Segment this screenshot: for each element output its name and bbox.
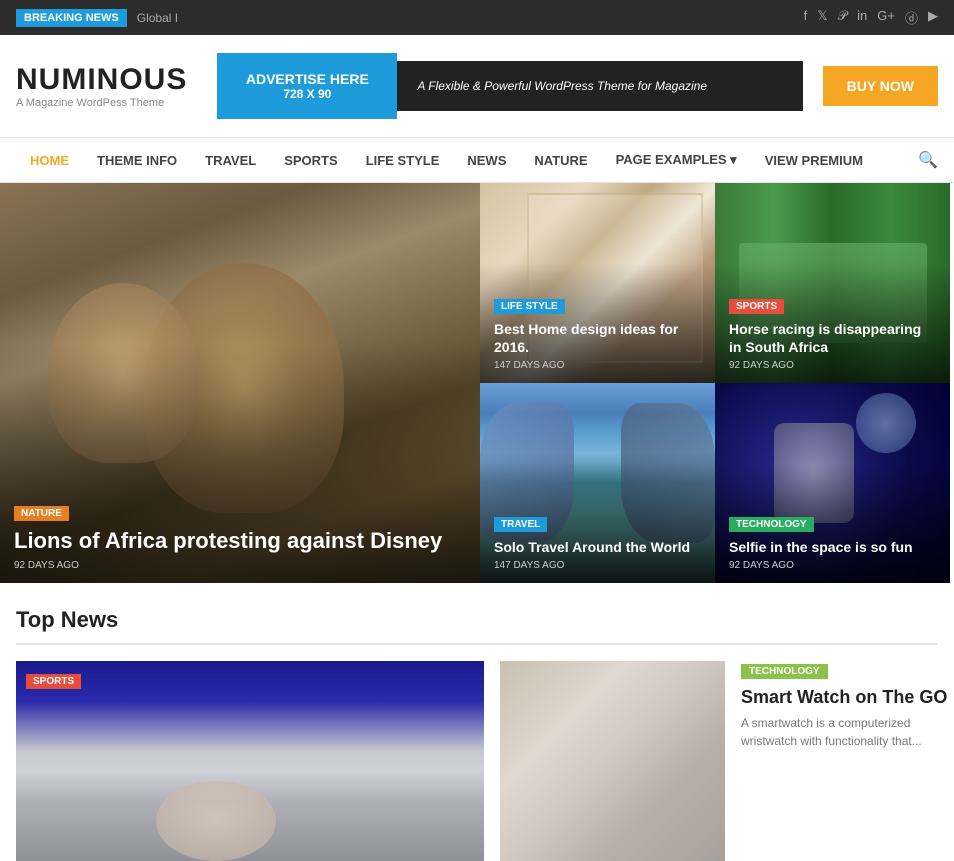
- technology-badge: TECHNOLOGY: [741, 664, 828, 679]
- breaking-text: Global I: [137, 11, 178, 25]
- top-middle-date: 147 DAYS AGO: [494, 360, 701, 371]
- breaking-news-bar: BREAKING NEWS Global I f 𝕏 𝒫 in G+ ⓓ ▶: [0, 0, 954, 35]
- nav-travel[interactable]: TRAVEL: [191, 139, 270, 182]
- top-right-title: Horse racing is disappearing in South Af…: [729, 320, 936, 356]
- pinterest-icon[interactable]: 𝒫: [838, 8, 847, 27]
- nav-lifestyle[interactable]: LIFE STYLE: [352, 139, 454, 182]
- nav-sports[interactable]: SPORTS: [270, 139, 351, 182]
- bottom-right-title: Selfie in the space is so fun: [729, 538, 936, 556]
- top-news-card-2[interactable]: [500, 661, 725, 861]
- social-icons-bar: f 𝕏 𝒫 in G+ ⓓ ▶: [804, 8, 938, 27]
- nav-home[interactable]: HOME: [16, 139, 83, 182]
- nav-page-examples[interactable]: PAGE EXAMPLES ▾: [602, 138, 751, 182]
- bottom-right-content: TECHNOLOGY Selfie in the space is so fun…: [715, 502, 950, 583]
- smartwatch-title: Smart Watch on The GO: [741, 687, 954, 708]
- featured-main-article[interactable]: NATURE Lions of Africa protesting agains…: [0, 183, 480, 583]
- ad-label: ADVERTISE HERE 728 X 90: [217, 53, 397, 119]
- main-article-content: NATURE Lions of Africa protesting agains…: [0, 491, 480, 583]
- ad-banner: ADVERTISE HERE 728 X 90 A Flexible & Pow…: [217, 53, 938, 119]
- top-middle-content: LIFE STYLE Best Home design ideas for 20…: [480, 284, 715, 383]
- featured-top-right[interactable]: SPORTS Horse racing is disappearing in S…: [715, 183, 950, 383]
- main-nav: HOME THEME INFO TRAVEL SPORTS LIFE STYLE…: [0, 137, 954, 183]
- site-logo[interactable]: NUMINOUS: [16, 63, 187, 97]
- logo-area: NUMINOUS A Magazine WordPess Theme: [16, 63, 187, 109]
- nav-view-premium[interactable]: VIEW PREMIUM: [751, 139, 877, 182]
- featured-bottom-middle[interactable]: TRAVEL Solo Travel Around the World 147 …: [480, 383, 715, 583]
- instagram-icon[interactable]: ⓓ: [905, 8, 918, 27]
- category-badge: LIFE STYLE: [494, 299, 565, 314]
- featured-top-middle[interactable]: LIFE STYLE Best Home design ideas for 20…: [480, 183, 715, 383]
- top-middle-title: Best Home design ideas for 2016.: [494, 320, 701, 356]
- nav-theme-info[interactable]: THEME INFO: [83, 139, 191, 182]
- bottom-middle-content: TRAVEL Solo Travel Around the World 147 …: [480, 502, 715, 583]
- bottom-middle-date: 147 DAYS AGO: [494, 560, 701, 571]
- search-icon[interactable]: 🔍: [918, 150, 938, 170]
- ad-description: A Flexible & Powerful WordPress Theme fo…: [397, 61, 802, 111]
- top-news-section: Top News SPORTS TECHNOLOGY Smart Watch o…: [0, 583, 954, 861]
- category-badge: NATURE: [14, 506, 69, 521]
- nav-news[interactable]: NEWS: [453, 139, 520, 182]
- buy-now-button[interactable]: BUY NOW: [823, 66, 938, 106]
- top-right-date: 92 DAYS AGO: [729, 360, 936, 371]
- top-news-title: Top News: [16, 607, 938, 645]
- top-card-image-1: SPORTS: [16, 661, 484, 861]
- main-article-date: 92 DAYS AGO: [14, 560, 466, 571]
- site-tagline: A Magazine WordPess Theme: [16, 97, 187, 109]
- site-header: NUMINOUS A Magazine WordPess Theme ADVER…: [0, 35, 954, 137]
- youtube-icon[interactable]: ▶: [928, 8, 938, 27]
- facebook-icon[interactable]: f: [804, 8, 808, 27]
- sports-badge: SPORTS: [26, 674, 81, 689]
- category-badge: TECHNOLOGY: [729, 517, 814, 532]
- top-news-grid: SPORTS TECHNOLOGY Smart Watch on The GO …: [16, 661, 938, 861]
- top-news-card-1[interactable]: SPORTS: [16, 661, 484, 861]
- nav-nature[interactable]: NATURE: [520, 139, 601, 182]
- bottom-middle-title: Solo Travel Around the World: [494, 538, 701, 556]
- twitter-icon[interactable]: 𝕏: [817, 8, 827, 27]
- breaking-label: BREAKING NEWS: [16, 9, 127, 27]
- smartwatch-desc: A smartwatch is a computerized wristwatc…: [741, 714, 954, 750]
- top-news-card-3[interactable]: TECHNOLOGY Smart Watch on The GO A smart…: [741, 661, 954, 861]
- linkedin-icon[interactable]: in: [857, 8, 867, 27]
- featured-grid: NATURE Lions of Africa protesting agains…: [0, 183, 954, 583]
- featured-bottom-right[interactable]: TECHNOLOGY Selfie in the space is so fun…: [715, 383, 950, 583]
- main-article-title: Lions of Africa protesting against Disne…: [14, 527, 466, 556]
- category-badge: SPORTS: [729, 299, 784, 314]
- top-right-content: SPORTS Horse racing is disappearing in S…: [715, 284, 950, 383]
- category-badge: TRAVEL: [494, 517, 547, 532]
- bottom-right-date: 92 DAYS AGO: [729, 560, 936, 571]
- googleplus-icon[interactable]: G+: [877, 8, 895, 27]
- top-card-image-2: [500, 661, 725, 861]
